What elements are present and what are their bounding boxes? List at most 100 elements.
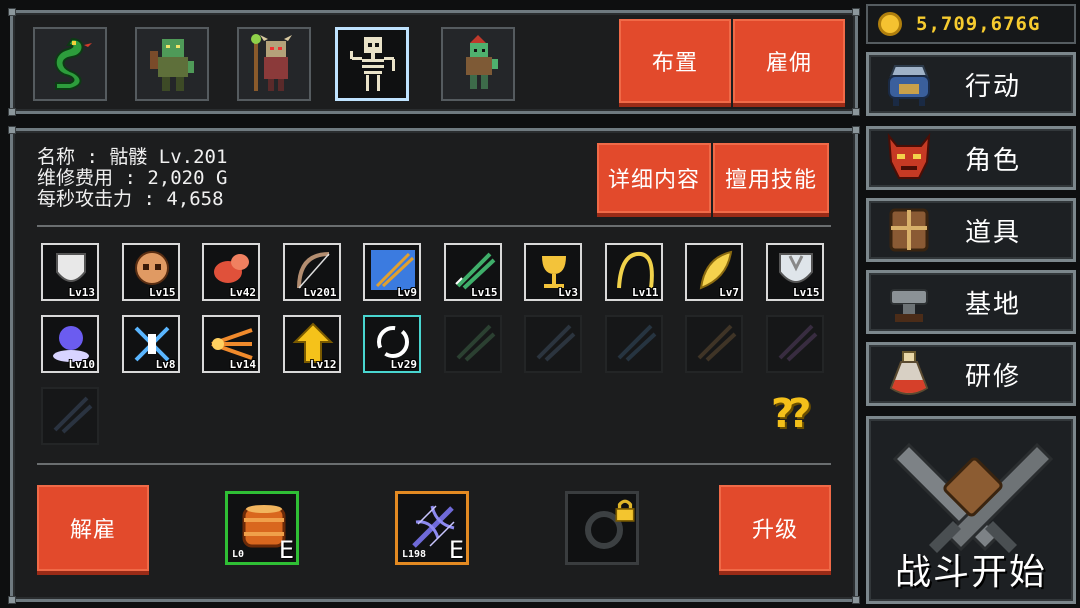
goblin-archer-icon — [466, 35, 498, 89]
rivet — [852, 596, 860, 604]
skill-slot[interactable]: Lv14 — [202, 315, 260, 373]
gold-counter: 5,709,676G — [866, 4, 1076, 44]
rivet — [8, 596, 16, 604]
skill-slot[interactable]: Lv8 — [121, 315, 180, 373]
skill-level: Lv10 — [68, 358, 96, 371]
anvil-icon — [890, 289, 928, 322]
equipped-tag: E — [278, 536, 294, 564]
roster-orc[interactable] — [135, 27, 209, 101]
menu-action[interactable]: 行动 — [866, 52, 1076, 116]
equip-level: L0 — [232, 549, 245, 560]
roster-panel: 布置 雇佣 — [8, 8, 860, 116]
skill-slot[interactable]: Lv9 — [363, 243, 421, 301]
menu-label: 角色 — [965, 145, 1022, 176]
skill-slot[interactable] — [443, 315, 502, 373]
menu-label: 基地 — [965, 289, 1022, 320]
locked-arrows-icon — [53, 396, 93, 434]
skill-slot[interactable] — [685, 315, 743, 373]
skill-slot[interactable]: Lv29 — [363, 315, 421, 373]
skill-level: Lv29 — [390, 358, 418, 371]
gold-value: 5,709,676G — [916, 13, 1041, 35]
upgrade-button[interactable]: 升级 — [719, 485, 831, 571]
skill-level: Lv14 — [229, 358, 257, 371]
dismiss-button[interactable]: 解雇 — [37, 485, 149, 571]
lock-icon — [615, 499, 635, 522]
rivet — [8, 8, 16, 16]
character-panel: 名称 : 骷髅 Lv.201 维修费用 : 2,020 G 每秒攻击力 : 4,… — [8, 126, 860, 604]
rivet — [8, 108, 16, 116]
green-serpent-icon — [54, 37, 92, 90]
skill-level: Lv9 — [397, 286, 417, 299]
roster-goblin[interactable] — [441, 27, 515, 101]
cauldron-icon — [888, 65, 930, 106]
menu-label: 道具 — [965, 217, 1022, 248]
character-info: 名称 : 骷髅 Lv.201 维修费用 : 2,020 G 每秒攻击力 : 4,… — [37, 147, 227, 210]
skill-slot[interactable] — [604, 315, 663, 373]
locked-club-icon — [697, 324, 737, 362]
skill-level: Lv42 — [229, 286, 257, 299]
skill-slot[interactable]: Lv15 — [765, 243, 824, 301]
demon-mask-icon — [887, 132, 931, 179]
gold-coin-icon — [878, 12, 902, 36]
menu-label: 行动 — [965, 71, 1022, 102]
skill-level: Lv13 — [68, 286, 96, 299]
skill-slot[interactable]: Lv7 — [685, 243, 743, 301]
rivet — [8, 126, 16, 134]
menu-training[interactable]: 研修 — [866, 342, 1076, 406]
orc-brute-icon — [150, 39, 194, 91]
rivet — [852, 8, 860, 16]
menu-items[interactable]: 道具 — [866, 198, 1076, 262]
skill-slot[interactable] — [765, 315, 824, 373]
hire-button[interactable]: 雇佣 — [733, 19, 845, 103]
skill-level: Lv15 — [793, 286, 820, 299]
rivet — [852, 126, 860, 134]
skill-slot[interactable]: Lv15 — [121, 243, 180, 301]
equip-slot-ring-locked[interactable] — [565, 491, 639, 565]
equipped-tag: E — [448, 536, 464, 564]
divider — [37, 225, 831, 227]
character-dps: 每秒攻击力 : 4,658 — [37, 188, 224, 210]
details-button[interactable]: 详细内容 — [597, 143, 711, 213]
start-battle-button[interactable]: 战斗开始 — [866, 416, 1076, 604]
rivet — [852, 108, 860, 116]
skill-slot[interactable]: Lv15 — [443, 243, 502, 301]
skill-slot[interactable]: Lv13 — [41, 243, 99, 301]
character-name: 名称 : 骷髅 Lv.201 — [37, 146, 228, 168]
skill-slot[interactable]: Lv201 — [282, 243, 341, 301]
skill-level: Lv3 — [558, 286, 578, 299]
skill-slot[interactable] — [524, 315, 582, 373]
menu-character[interactable]: 角色 — [866, 126, 1076, 190]
skill-level: Lv15 — [471, 286, 498, 299]
equip-slot-crossbow[interactable]: L198 E — [395, 491, 469, 565]
potion-icon — [889, 351, 929, 395]
skill-slot[interactable]: Lv3 — [524, 243, 582, 301]
menu-label: 研修 — [965, 361, 1022, 392]
locked-crossbow-icon — [536, 324, 576, 362]
skill-level: Lv7 — [719, 286, 739, 299]
skills-button[interactable]: 擅用技能 — [713, 143, 829, 213]
skill-slot[interactable]: Lv42 — [202, 243, 260, 301]
skeleton-icon — [350, 37, 395, 91]
deploy-button[interactable]: 布置 — [619, 19, 731, 103]
locked-green-arrows-icon — [456, 324, 495, 362]
skill-slot[interactable]: Lv10 — [41, 315, 99, 373]
roster-skeleton[interactable] — [335, 27, 409, 101]
equip-slot-barrel[interactable]: L0 E — [225, 491, 299, 565]
locked-purple-bow-icon — [778, 324, 817, 362]
roster-serpent[interactable] — [33, 27, 107, 101]
mystery-icon[interactable]: ?? — [771, 391, 811, 437]
skill-level: Lv11 — [632, 286, 659, 299]
divider — [37, 463, 831, 465]
skill-level: Lv15 — [149, 286, 176, 299]
character-upkeep: 维修费用 : 2,020 G — [37, 167, 228, 189]
skill-slot[interactable]: Lv12 — [282, 315, 341, 373]
skill-level: Lv8 — [155, 358, 176, 371]
skill-slot[interactable]: Lv11 — [604, 243, 663, 301]
skill-level: Lv12 — [310, 358, 337, 371]
skill-slot[interactable] — [41, 387, 99, 445]
menu-base[interactable]: 基地 — [866, 270, 1076, 334]
locked-blue-arrows-icon — [617, 324, 656, 362]
roster-goblin-shaman[interactable] — [237, 27, 311, 101]
goblin-shaman-icon — [251, 34, 292, 91]
equip-level: L198 — [402, 549, 427, 560]
